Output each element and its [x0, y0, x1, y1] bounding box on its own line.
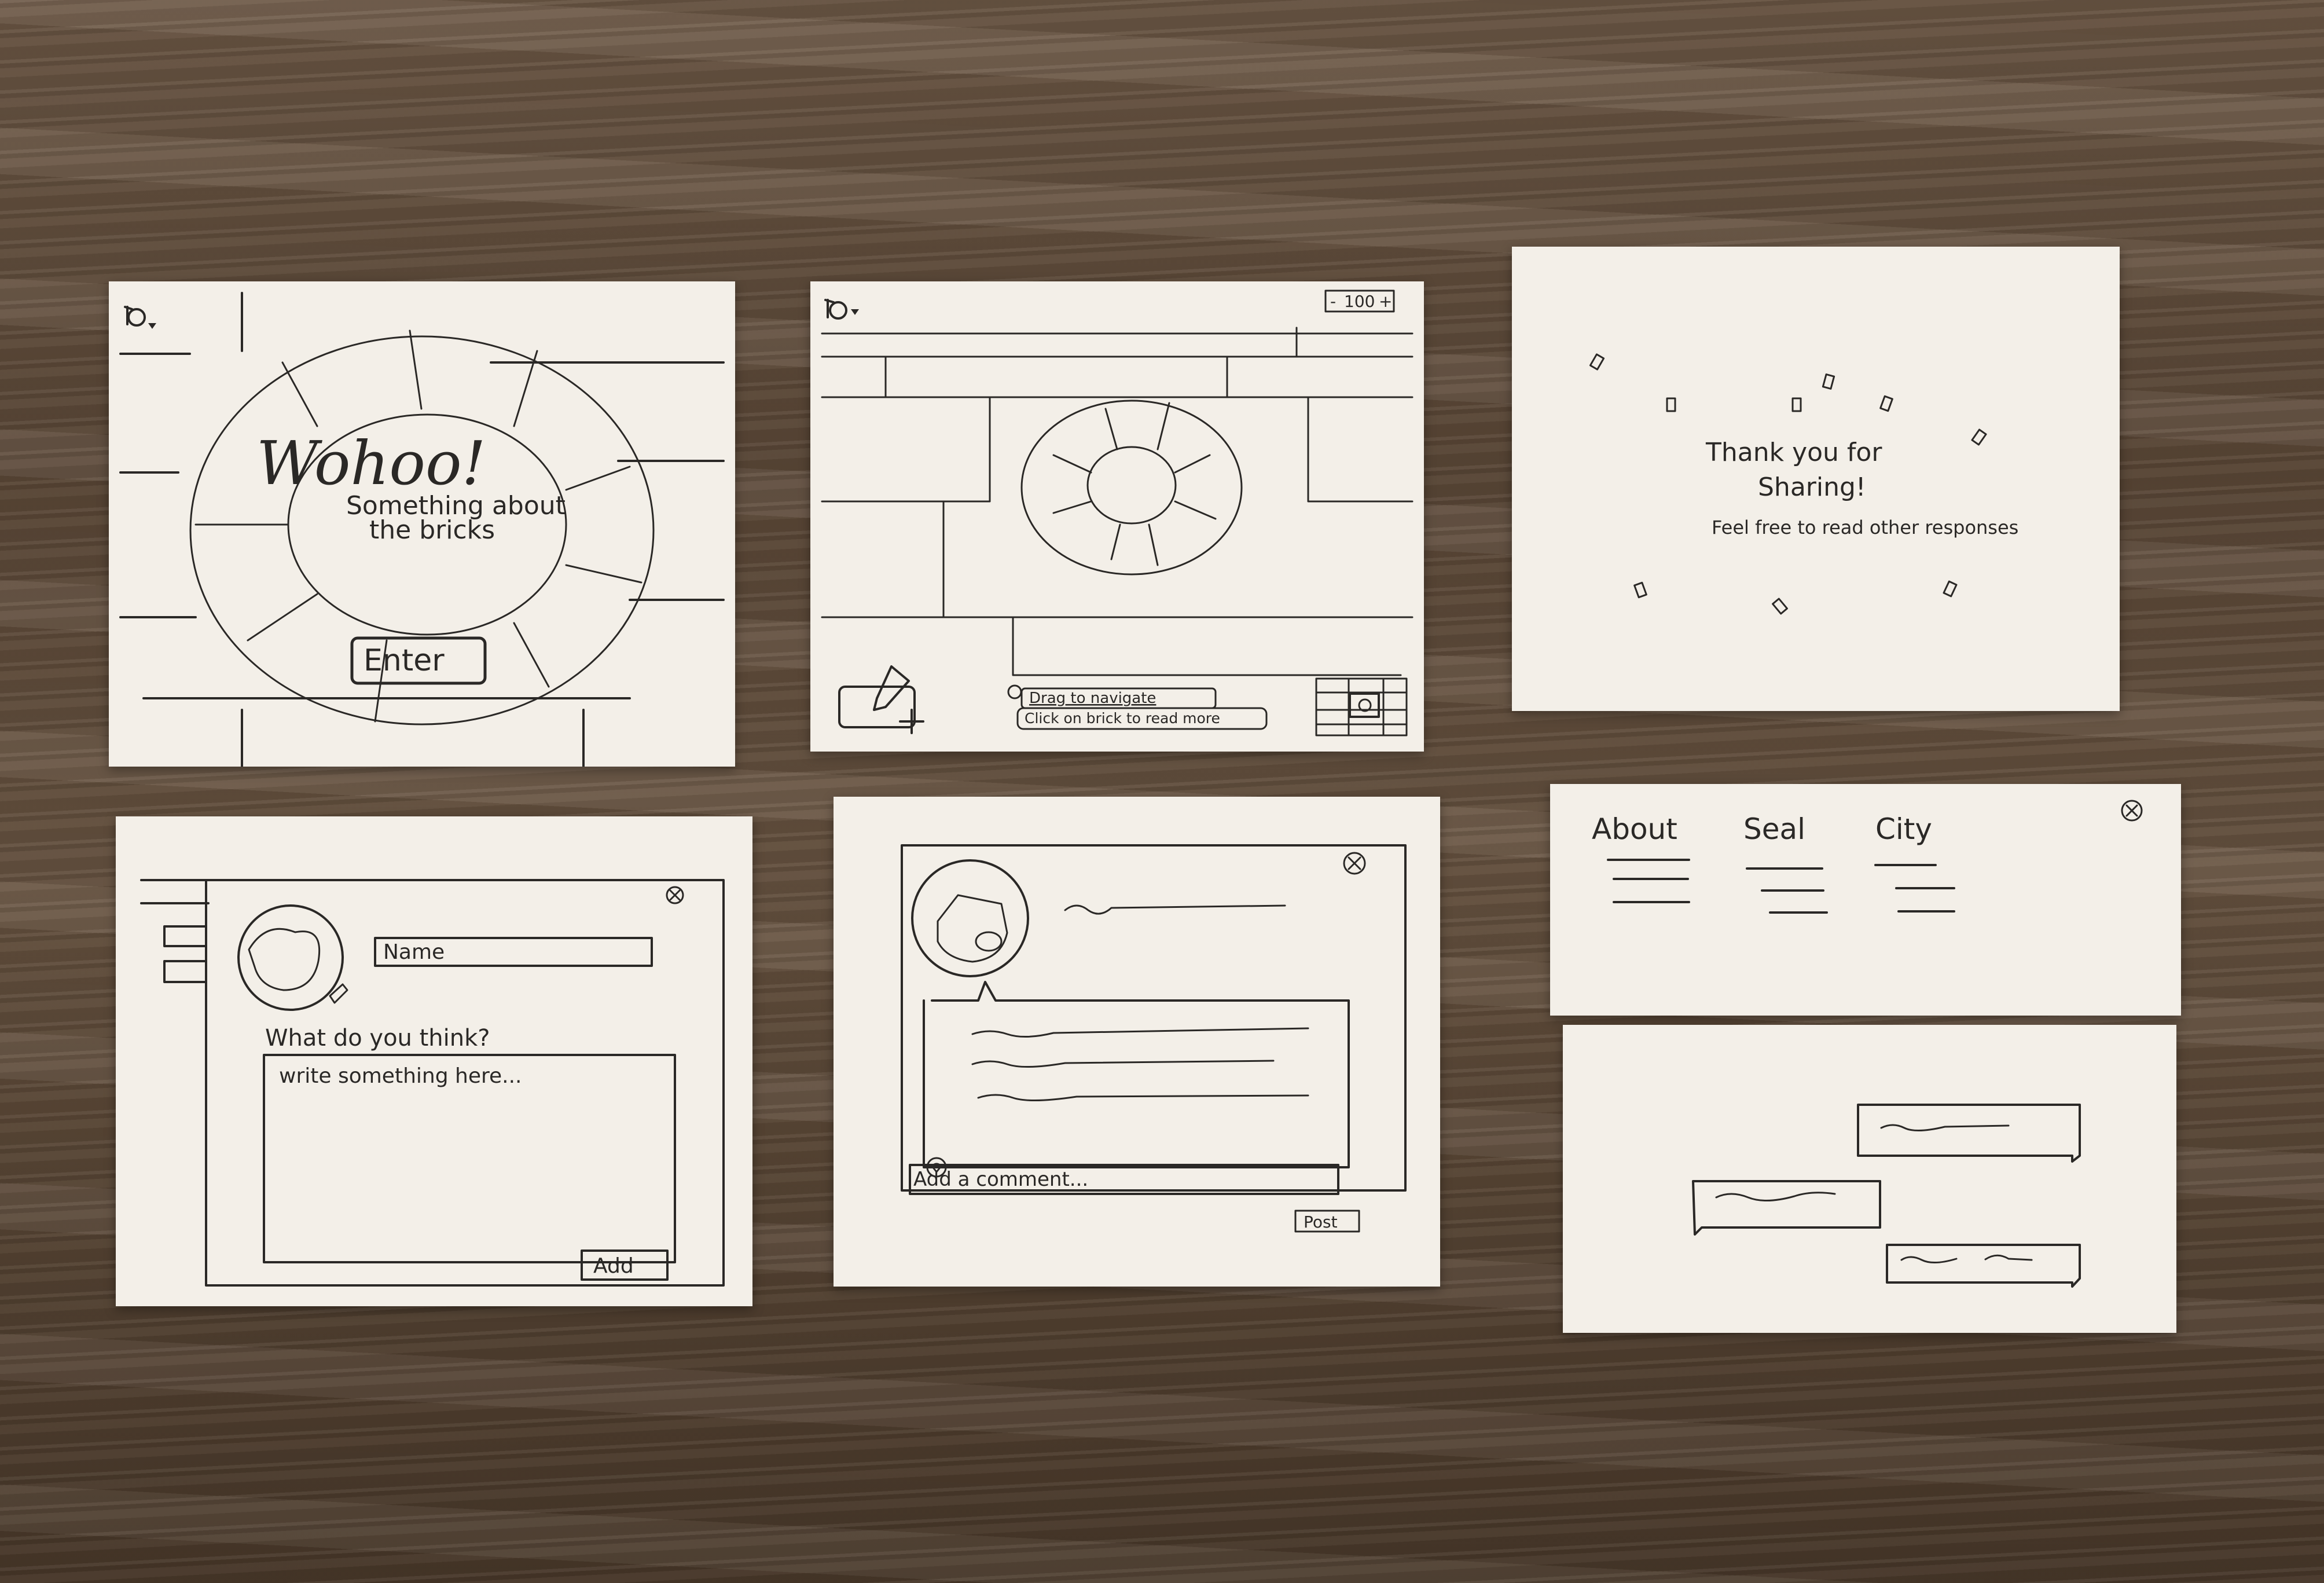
wall-brick-circle[interactable] [1020, 400, 1243, 576]
zoom-control[interactable]: - 100 + [1324, 290, 1395, 313]
add-note-button[interactable] [838, 665, 924, 734]
thanks-sketch: Thank you for Sharing! Feel free to read… [1589, 353, 2018, 615]
add-button-label: Add [593, 1254, 634, 1278]
side-tab-2[interactable] [163, 960, 207, 983]
tab-city[interactable]: City [1874, 812, 1955, 913]
logo-dropdown-icon[interactable] [148, 323, 156, 329]
minimap[interactable] [1315, 677, 1408, 736]
landing-card: Wohoo! Something about the bricks Enter [109, 281, 735, 767]
avatar[interactable] [237, 904, 348, 1011]
zoom-minus-button[interactable]: - [1330, 292, 1336, 311]
hint-drag: Drag to navigate [1007, 684, 1217, 709]
name-field-placeholder: Name [383, 940, 445, 964]
author-name-scribble [1064, 904, 1286, 915]
avatar[interactable] [911, 859, 1029, 977]
landing-title: Wohoo! [256, 428, 486, 499]
thanks-card: Thank you for Sharing! Feel free to read… [1512, 247, 2120, 711]
chat-bubble-2[interactable] [1692, 1180, 1881, 1236]
question-label: What do you think? [265, 1025, 490, 1051]
thanks-line-2: Sharing! [1758, 472, 1866, 502]
textarea-placeholder: write something here... [279, 1064, 522, 1088]
hint-drag-text: Drag to navigate [1029, 690, 1156, 707]
tab-about-label: About [1592, 812, 1677, 846]
wall-card: - 100 + Drag to navigate Click on brick … [810, 281, 1424, 752]
tab-seal-label: Seal [1743, 812, 1805, 846]
add-form-card: Name What do you think? write something … [116, 816, 752, 1306]
tab-seal[interactable]: Seal [1743, 812, 1828, 914]
chat-bubble-1[interactable] [1857, 1104, 2081, 1163]
response-card: Add a comment... Post [834, 797, 1440, 1287]
enter-button[interactable]: Enter [350, 636, 487, 685]
name-field[interactable]: Name [374, 937, 653, 967]
landing-subtitle-2: the bricks [369, 515, 495, 545]
side-tab-1[interactable] [163, 925, 207, 947]
tab-about[interactable]: About [1592, 812, 1690, 903]
zoom-plus-button[interactable]: + [1379, 292, 1392, 311]
response-sketch: Add a comment... Post [901, 844, 1407, 1233]
about-tabs-sketch: About Seal City [1592, 800, 2143, 914]
logo-icon [824, 299, 847, 320]
close-icon[interactable] [2121, 800, 2143, 822]
close-icon[interactable] [666, 886, 684, 904]
post-button-label: Post [1304, 1212, 1338, 1232]
chat-bubble-3[interactable] [1886, 1244, 2081, 1288]
logo-icon [124, 306, 146, 327]
enter-button-label: Enter [364, 643, 445, 678]
wall-sketch: - 100 + Drag to navigate Click on brick … [821, 290, 1414, 736]
about-tabs-card: About Seal City [1550, 784, 2181, 1016]
thanks-line-1: Thank you for [1705, 438, 1882, 467]
zoom-value: 100 [1344, 292, 1375, 311]
post-button[interactable]: Post [1294, 1210, 1360, 1233]
response-window [901, 844, 1407, 1192]
comment-placeholder: Add a comment... [913, 1168, 1088, 1191]
close-icon[interactable] [1343, 852, 1366, 875]
thanks-line-3: Feel free to read other responses [1712, 516, 2018, 538]
hint-click: Click on brick to read more [1016, 707, 1268, 730]
tab-city-label: City [1875, 812, 1932, 846]
chat-bubbles-sketch [1692, 1104, 2081, 1288]
comment-bubble [923, 981, 1350, 1168]
hint-click-text: Click on brick to read more [1025, 710, 1220, 727]
response-textarea[interactable]: write something here... [263, 1054, 676, 1263]
add-button[interactable]: Add [581, 1249, 669, 1281]
chat-bubbles-card [1563, 1025, 2176, 1333]
logo-dropdown-icon[interactable] [851, 309, 859, 315]
add-form-sketch: Name What do you think? write something … [140, 879, 725, 1287]
landing-sketch: Wohoo! Something about the bricks Enter [119, 292, 725, 767]
brick-grid [821, 327, 1414, 676]
